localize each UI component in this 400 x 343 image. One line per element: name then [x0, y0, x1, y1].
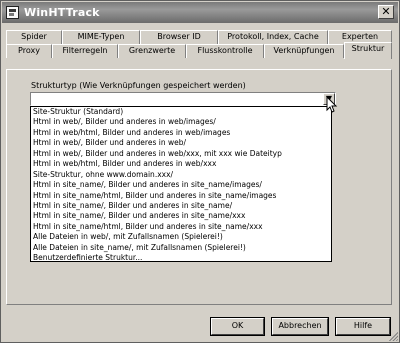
close-icon[interactable]: ✕: [378, 5, 394, 19]
dropdown-option[interactable]: Html in site_name/, Bilder und anderes i…: [31, 201, 331, 211]
tab-flusskontrolle[interactable]: Flusskontrolle: [186, 44, 264, 58]
dropdown-option[interactable]: Alle Dateien in site_name/, mit Zufallsn…: [31, 243, 331, 253]
dropdown-option[interactable]: Html in web/, Bilder und anderes in web/…: [31, 117, 331, 127]
tab-row-2: Proxy Filterregeln Grenzwerte Flusskontr…: [6, 42, 392, 59]
tab-verknuepfungen[interactable]: Verknüpfungen: [264, 44, 344, 58]
mouse-cursor-icon: [326, 96, 338, 113]
tab-struktur[interactable]: Struktur: [344, 42, 392, 59]
cancel-button[interactable]: Abbrechen: [271, 317, 329, 336]
structure-type-label: Strukturtyp (Wie Verknüpfungen gespeiche…: [31, 81, 246, 90]
dropdown-option[interactable]: Html in web/html, Bilder und anderes in …: [31, 159, 331, 169]
dropdown-option[interactable]: Benutzerdefinierte Struktur...: [31, 253, 331, 263]
dropdown-option[interactable]: Site-Struktur (Standard): [31, 107, 331, 117]
dropdown-option[interactable]: Alle Dateien in web/, mit Zufallsnamen (…: [31, 232, 331, 242]
dropdown-option[interactable]: Html in site_name/html, Bilder und ander…: [31, 222, 331, 232]
tab-browser-id[interactable]: Browser ID: [140, 30, 218, 44]
structure-type-dropdown-list: Site-Struktur (Standard) Html in web/, B…: [30, 106, 332, 262]
app-icon: [6, 6, 19, 19]
dropdown-option[interactable]: Site-Struktur, ohne www.domain.xxx/: [31, 170, 331, 180]
tab-row-1: Spider MIME-Typen Browser ID Protokoll, …: [6, 30, 392, 44]
help-button[interactable]: Hilfe: [335, 317, 391, 336]
tab-proxy[interactable]: Proxy: [6, 44, 52, 58]
window-title: WinHTTrack: [24, 6, 100, 19]
tab-protokoll-index-cache[interactable]: Protokoll, Index, Cache: [218, 30, 328, 44]
tab-spider[interactable]: Spider: [6, 30, 62, 44]
dropdown-option[interactable]: Html in site_name/, Bilder und anderes i…: [31, 180, 331, 190]
dropdown-option[interactable]: Html in web/, Bilder und anderes in web/: [31, 138, 331, 148]
ok-button[interactable]: OK: [210, 317, 265, 336]
structure-type-select[interactable]: ▼: [30, 92, 336, 106]
dropdown-option[interactable]: Html in site_name/html, Bilder und ander…: [31, 191, 331, 201]
tab-grenzwerte[interactable]: Grenzwerte: [118, 44, 186, 58]
dropdown-option[interactable]: Html in web/html, Bilder und anderes in …: [31, 128, 331, 138]
resize-grip-icon[interactable]: [388, 331, 398, 341]
tab-mime-typen[interactable]: MIME-Typen: [62, 30, 140, 44]
dropdown-option[interactable]: Html in web/, Bilder und anderes in web/…: [31, 149, 331, 159]
title-bar[interactable]: WinHTTrack ✕: [2, 2, 398, 23]
tab-filterregeln[interactable]: Filterregeln: [52, 44, 118, 58]
dropdown-option[interactable]: Html in site_name/, Bilder und anderes i…: [31, 211, 331, 221]
